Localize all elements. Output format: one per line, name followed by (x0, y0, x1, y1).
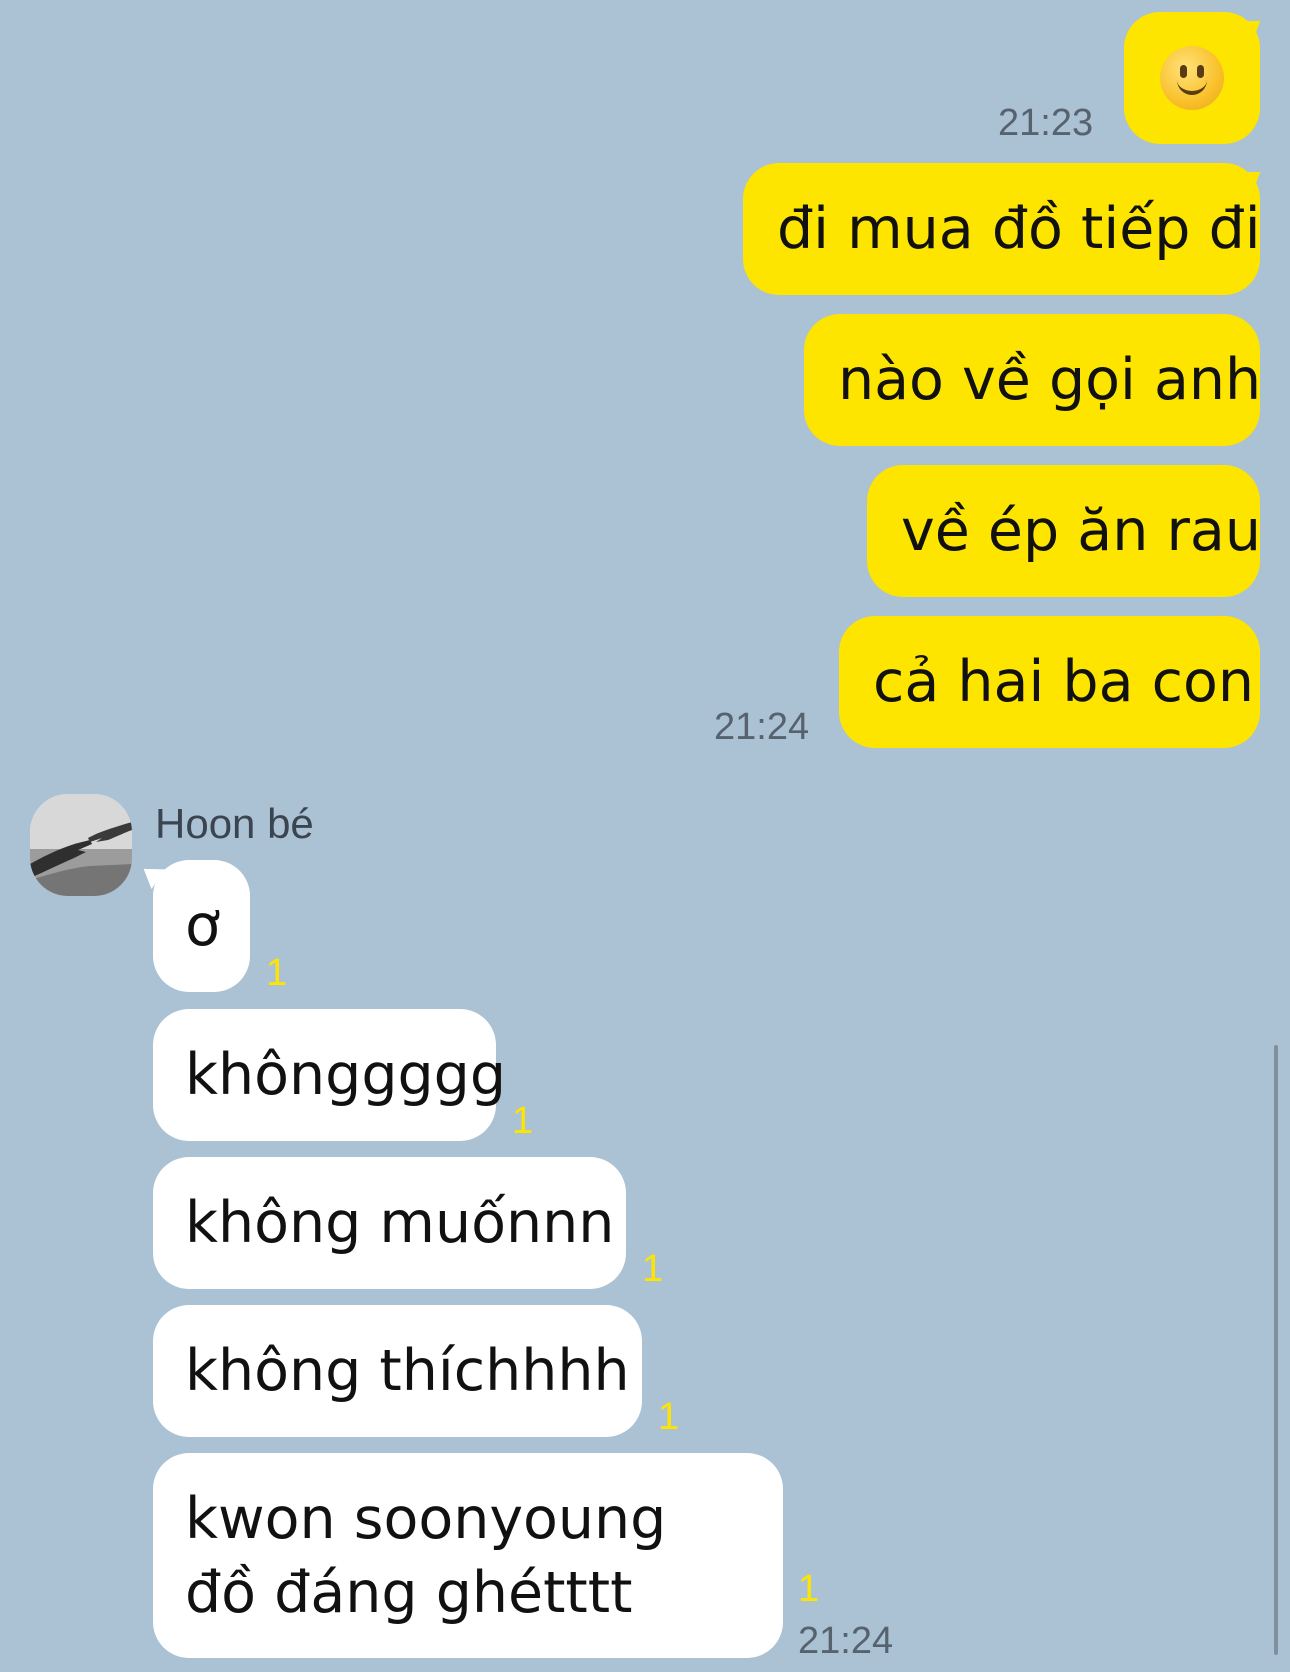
incoming-message-bubble[interactable]: không muốnnn (153, 1157, 626, 1289)
outgoing-message-bubble[interactable]: cả hai ba con (839, 616, 1260, 748)
unread-count: 1 (512, 1100, 534, 1142)
message-text: nào về gọi anh (838, 347, 1262, 413)
message-text: không thíchhhh (185, 1338, 630, 1404)
message-text: kwon soonyoung đồ đáng ghétttt (185, 1485, 667, 1626)
message-text: cả hai ba con (873, 649, 1254, 715)
outgoing-emoji-bubble[interactable] (1124, 12, 1260, 144)
chat-room[interactable]: 21:23 đi mua đồ tiếp đi nào về gọi anh v… (0, 0, 1290, 1672)
message-text: ơ (185, 893, 220, 959)
message-text: không muốnnn (185, 1190, 615, 1256)
timestamp: 21:24 (798, 1620, 894, 1662)
unread-count: 1 (658, 1396, 680, 1438)
incoming-message-bubble[interactable]: khônggggg (153, 1009, 506, 1141)
incoming-message-bubble[interactable]: không thíchhhh (153, 1305, 642, 1437)
message-text: khônggggg (185, 1042, 507, 1108)
timestamp: 21:24 (714, 706, 810, 748)
unread-count: 1 (798, 1568, 820, 1610)
message-text: về ép ăn rau (901, 498, 1261, 564)
sender-name[interactable]: Hoon bé (155, 800, 314, 848)
hands-reaching-avatar (30, 794, 132, 896)
message-text: đi mua đồ tiếp đi (777, 196, 1261, 262)
unread-count: 1 (266, 952, 288, 994)
unread-count: 1 (642, 1248, 664, 1290)
scrollbar[interactable] (1274, 1045, 1278, 1655)
incoming-message-bubble[interactable]: ơ (153, 860, 250, 992)
incoming-message-bubble[interactable]: kwon soonyoung đồ đáng ghétttt (153, 1453, 783, 1658)
timestamp: 21:23 (998, 102, 1094, 144)
sender-avatar[interactable] (30, 794, 132, 896)
slightly-smiling-face-icon (1160, 46, 1224, 110)
outgoing-message-bubble[interactable]: nào về gọi anh (804, 314, 1262, 446)
outgoing-message-bubble[interactable]: về ép ăn rau (867, 465, 1261, 597)
outgoing-message-bubble[interactable]: đi mua đồ tiếp đi (743, 163, 1261, 295)
